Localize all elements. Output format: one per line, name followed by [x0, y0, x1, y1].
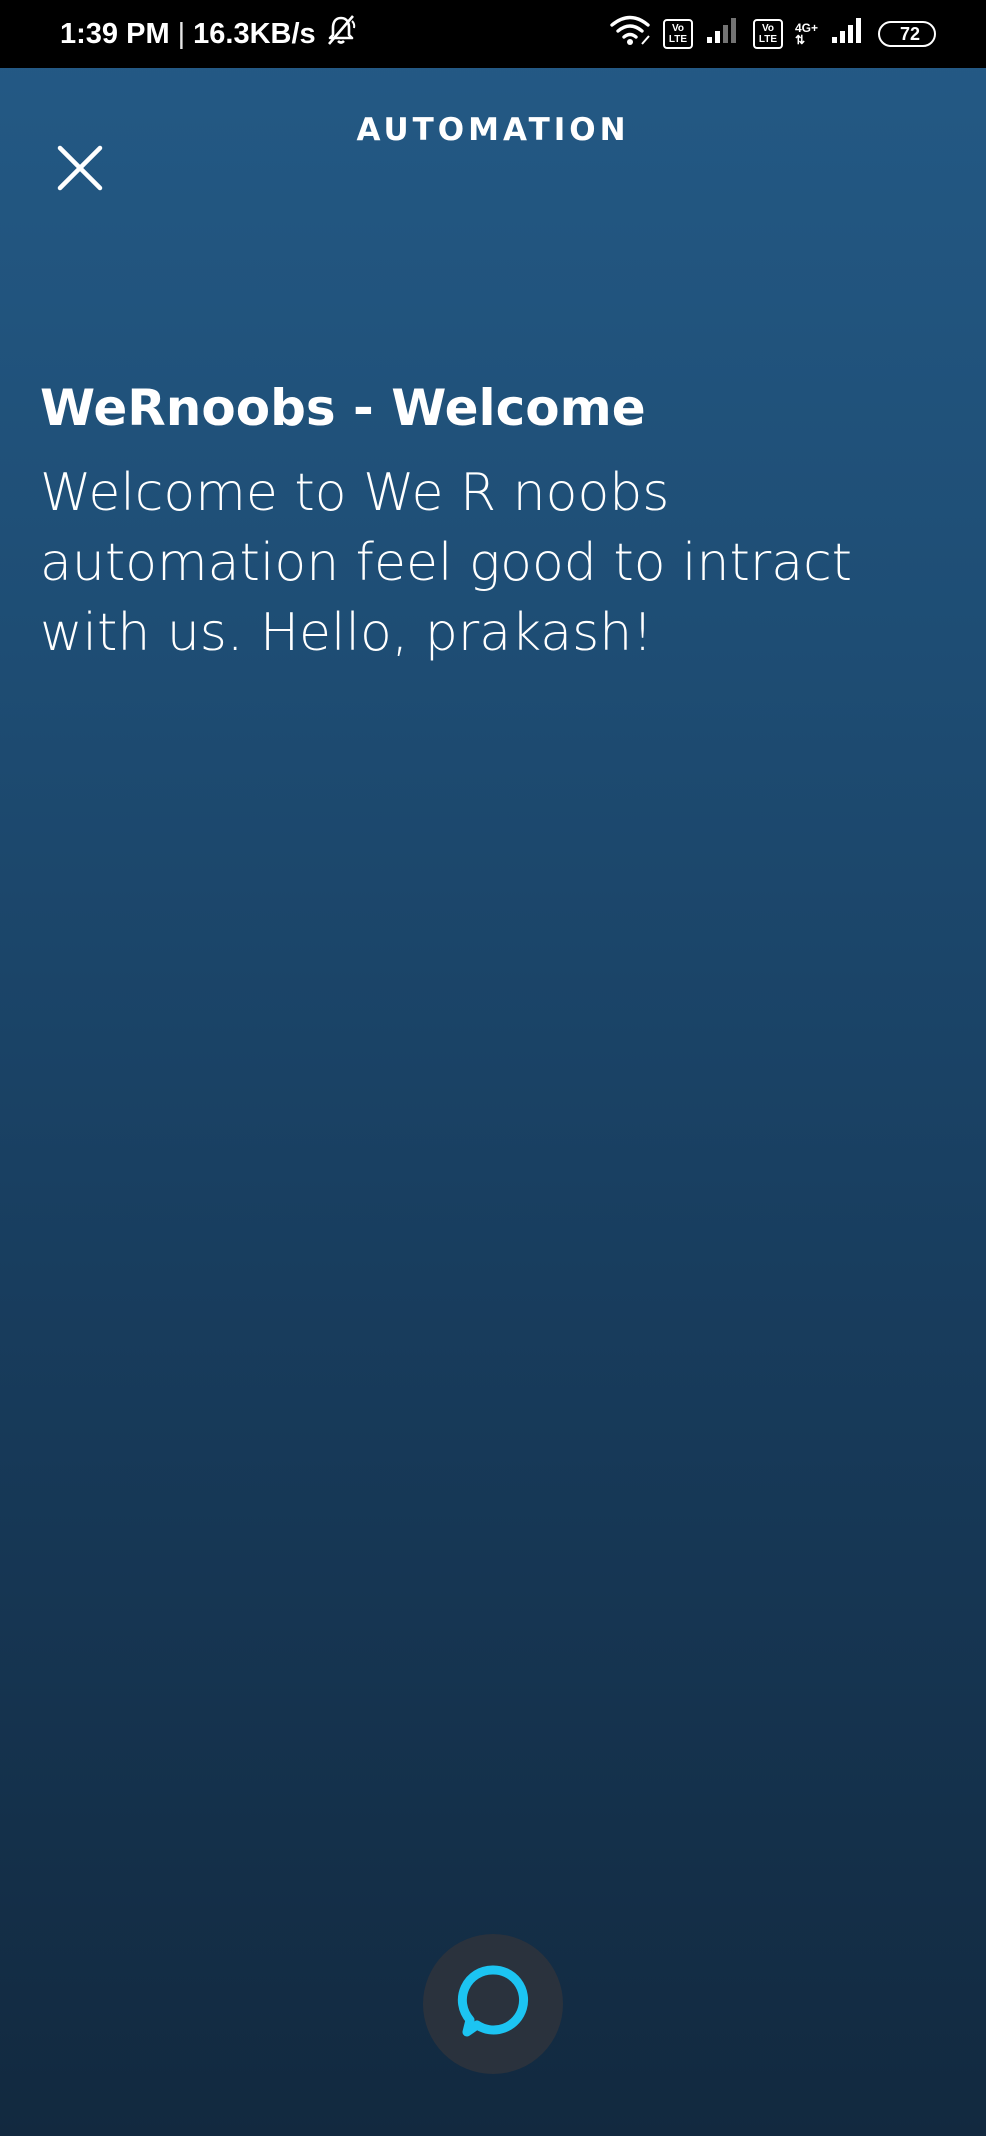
- alexa-button[interactable]: [423, 1934, 563, 2074]
- alexa-ring-icon: [453, 1962, 533, 2047]
- network-type: 4G+ ⇅: [794, 21, 818, 47]
- status-time: 1:39 PM: [60, 17, 170, 50]
- status-left: 1:39 PM | 16.3KB/s: [60, 13, 358, 55]
- close-icon: [57, 145, 103, 196]
- card-title: WeRnoobs - Welcome: [40, 379, 646, 437]
- close-button[interactable]: [50, 140, 110, 200]
- volte-badge-sim2: Vo LTE: [752, 19, 783, 49]
- card-body: Welcome to We R noobs automation feel go…: [40, 463, 853, 663]
- welcome-card: WeRnoobs - Welcome Welcome to We R noobs…: [40, 372, 940, 668]
- status-bar: 1:39 PM | 16.3KB/s Vo LTE Vo LTE 4G+ ⇅ 7…: [0, 0, 986, 68]
- wifi-icon: [609, 14, 651, 54]
- status-right: Vo LTE Vo LTE 4G+ ⇅ 72: [609, 14, 936, 54]
- status-separator: |: [177, 17, 186, 50]
- battery-icon: 72: [878, 21, 936, 47]
- signal-icon: [705, 15, 741, 53]
- mute-bell-icon: [324, 13, 358, 55]
- signal-icon: [830, 15, 866, 53]
- page-title: AUTOMATION: [356, 112, 630, 148]
- volte-badge-sim1: Vo LTE: [662, 19, 693, 49]
- network-speed: 16.3KB/s: [193, 17, 316, 50]
- battery-level: 72: [878, 21, 936, 47]
